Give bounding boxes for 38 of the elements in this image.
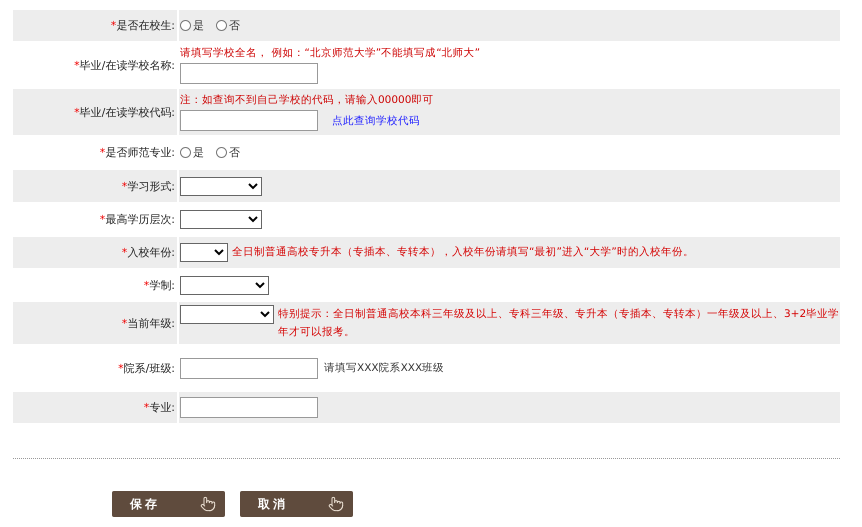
field-label: *专业: [144,400,175,415]
radio-option[interactable]: 是 [180,18,204,33]
input-field[interactable] [180,358,318,378]
school-code-link[interactable]: 点此查询学校代码 [332,114,420,128]
input-field[interactable] [180,397,318,418]
field-label: *院系/班级: [118,360,175,376]
radio-option[interactable]: 是 [180,145,204,160]
field-label: *入校年份: [122,245,175,260]
field-label: *是否在校生: [110,18,175,33]
input-field[interactable] [180,63,318,84]
dropdown-field[interactable] [180,176,262,196]
radio-option[interactable]: 否 [216,18,240,33]
field-hint: 请填写学校全名， 例如：“北京师范大学”不能填写成“北师大” [180,46,482,60]
save-button[interactable]: 保存 [112,491,225,517]
radio-button[interactable] [180,147,191,158]
radio-button[interactable] [216,20,227,31]
field-label: *学习形式: [122,178,175,194]
dropdown-field[interactable] [180,305,274,324]
field-label: *当前年级: [122,316,175,330]
field-label: *学制: [144,278,175,292]
pointing-hand-icon [200,496,216,512]
field-hint: 全日制普通高校专升本（专插本、专转本），入校年份请填写“最初”进入“大学”时的入校年份。 [232,245,694,260]
radio-option[interactable]: 否 [216,145,240,160]
field-label: *毕业/在读学校名称: [74,58,175,72]
field-label: *毕业/在读学校代码: [74,104,175,120]
field-label: *最高学历层次: [100,212,175,227]
field-hint: 注：如查询不到自己学校的代码，请输入00000即可 [180,93,434,107]
radio-button[interactable] [216,147,227,158]
cancel-button[interactable]: 取消 [240,491,353,517]
radio-button[interactable] [180,20,191,31]
pointing-hand-icon [328,496,344,512]
input-field[interactable] [180,110,318,131]
field-label: *是否师范专业: [100,145,175,160]
field-hint: 请填写XXX院系XXX班级 [324,361,444,375]
dropdown-field[interactable] [180,243,228,262]
dropdown-field[interactable] [180,210,262,229]
field-hint: 特别提示：全日制普通高校本科三年级及以上、专科三年级、专升本（专插本、专转本）一年级及以上、3+2毕业学年才可以报考。 [278,307,840,340]
dropdown-field[interactable] [180,276,269,294]
